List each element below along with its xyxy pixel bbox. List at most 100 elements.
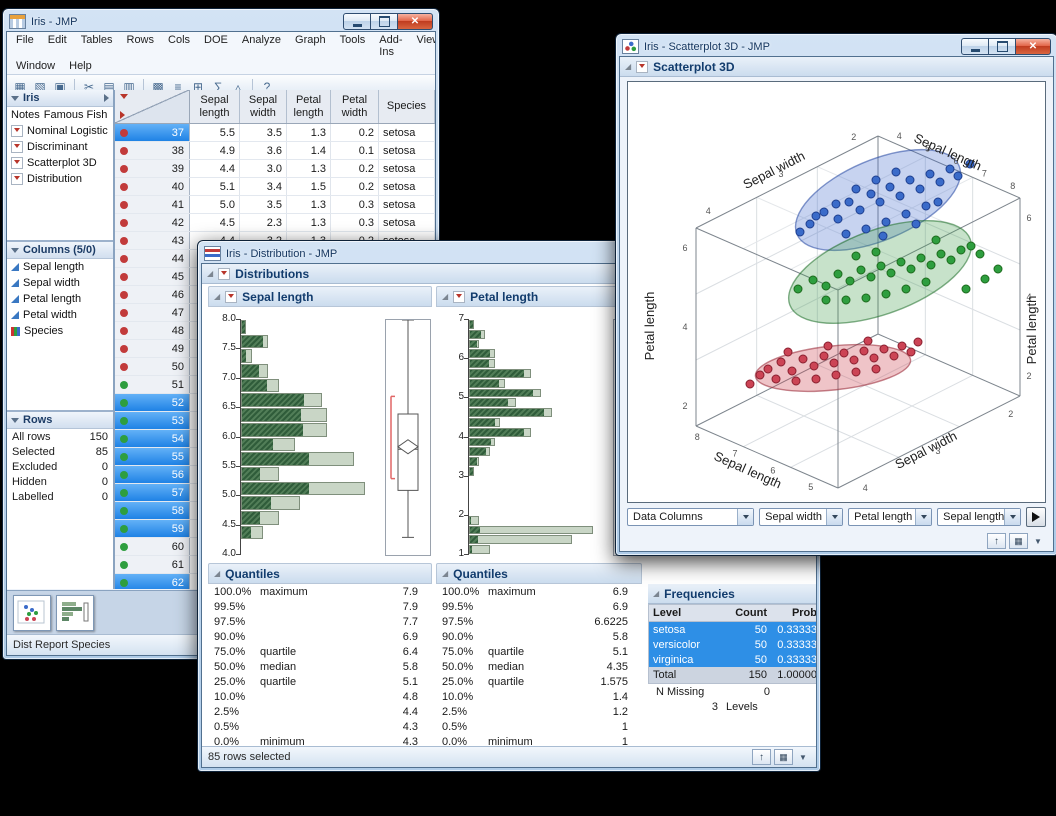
data-point-versicolor[interactable] — [887, 269, 895, 277]
data-point-setosa[interactable] — [812, 375, 820, 383]
data-point-virginica[interactable] — [902, 210, 910, 218]
close-button[interactable] — [1016, 38, 1051, 55]
data-point-setosa[interactable] — [864, 337, 872, 345]
histogram[interactable] — [240, 319, 373, 554]
histogram[interactable] — [468, 319, 601, 554]
table-row[interactable]: 394.43.01.30.2setosa — [115, 160, 435, 178]
row-number-cell[interactable]: 56 — [115, 466, 190, 483]
disclosure-icon[interactable]: ◢ — [214, 570, 220, 578]
data-point-setosa[interactable] — [824, 342, 832, 350]
data-point-versicolor[interactable] — [994, 265, 1002, 273]
histogram-bar[interactable] — [241, 393, 322, 407]
table-row[interactable]: 384.93.61.40.1setosa — [115, 142, 435, 160]
menu-file[interactable]: File — [9, 33, 41, 59]
data-point-virginica[interactable] — [882, 218, 890, 226]
menu-graph[interactable]: Graph — [288, 33, 333, 59]
row-number-cell[interactable]: 44 — [115, 250, 190, 267]
chevron-down-icon[interactable] — [915, 509, 931, 525]
table-cell[interactable]: 5.5 — [190, 124, 240, 141]
table-cell[interactable]: 0.1 — [331, 142, 379, 159]
main-window-titlebar[interactable]: Iris - JMP — [3, 9, 439, 32]
table-cell[interactable]: setosa — [379, 196, 435, 213]
table-cell[interactable]: 3.0 — [240, 160, 287, 177]
histogram-bar[interactable] — [469, 369, 531, 378]
outline-quantiles[interactable]: ◢ Quantiles — [208, 563, 432, 584]
row-number-cell[interactable]: 49 — [115, 340, 190, 357]
outline-petal-length[interactable]: ◢ Petal length — [436, 286, 642, 307]
frequency-row[interactable]: virginica500.33333 — [648, 652, 816, 667]
data-point-virginica[interactable] — [842, 230, 850, 238]
data-point-setosa[interactable] — [746, 380, 754, 388]
table-cell[interactable]: 0.2 — [331, 178, 379, 195]
data-point-setosa[interactable] — [898, 342, 906, 350]
table-panel-header[interactable]: Iris — [7, 90, 113, 107]
table-cell[interactable]: 3.5 — [240, 196, 287, 213]
column-item[interactable]: Sepal width — [7, 275, 113, 291]
red-triangle-menu-icon[interactable] — [636, 61, 648, 73]
axis-combo-1[interactable]: Sepal width — [759, 508, 843, 526]
panel-expand-icon[interactable] — [104, 94, 109, 102]
data-point-setosa[interactable] — [756, 371, 764, 379]
data-point-virginica[interactable] — [856, 206, 864, 214]
scroll-to-top-icon[interactable] — [752, 749, 771, 765]
data-point-setosa[interactable] — [907, 348, 915, 356]
data-point-setosa[interactable] — [890, 352, 898, 360]
data-point-virginica[interactable] — [886, 183, 894, 191]
column-item[interactable]: Petal length — [7, 291, 113, 307]
table-row[interactable]: 424.52.31.30.3setosa — [115, 214, 435, 232]
data-point-versicolor[interactable] — [976, 250, 984, 258]
menu-help[interactable]: Help — [62, 59, 99, 73]
table-cell[interactable]: 5.0 — [190, 196, 240, 213]
frequency-row[interactable]: versicolor500.33333 — [648, 637, 816, 652]
menu-view[interactable]: View — [410, 33, 436, 59]
data-point-versicolor[interactable] — [822, 282, 830, 290]
data-point-virginica[interactable] — [946, 165, 954, 173]
row-number-cell[interactable]: 60 — [115, 538, 190, 555]
table-cell[interactable]: setosa — [379, 178, 435, 195]
data-point-setosa[interactable] — [820, 352, 828, 360]
data-point-versicolor[interactable] — [846, 277, 854, 285]
histogram-bar[interactable] — [469, 516, 479, 525]
data-point-virginica[interactable] — [872, 176, 880, 184]
data-columns-combo[interactable]: Data Columns — [627, 508, 754, 526]
data-point-virginica[interactable] — [892, 168, 900, 176]
data-point-virginica[interactable] — [845, 198, 853, 206]
data-point-versicolor[interactable] — [834, 270, 842, 278]
outline-scatterplot-3d[interactable]: ◢ Scatterplot 3D — [620, 57, 1053, 77]
axis-combo-2[interactable]: Petal length — [848, 508, 932, 526]
data-point-virginica[interactable] — [934, 198, 942, 206]
data-point-setosa[interactable] — [850, 356, 858, 364]
row-number-cell[interactable]: 42 — [115, 214, 190, 231]
table-row[interactable]: 375.53.51.30.2setosa — [115, 124, 435, 142]
column-item[interactable]: Petal width — [7, 307, 113, 323]
red-triangle-menu-icon[interactable] — [11, 157, 23, 169]
histogram-bar[interactable] — [469, 408, 552, 417]
columns-panel-header[interactable]: Columns (5/0) — [7, 242, 113, 259]
table-script-item[interactable]: Nominal Logistic — [7, 123, 113, 139]
window-list-icon[interactable] — [774, 749, 793, 765]
row-number-cell[interactable]: 39 — [115, 160, 190, 177]
dropdown-icon[interactable] — [1031, 534, 1045, 548]
histogram-bar[interactable] — [241, 364, 268, 378]
disclosure-icon[interactable]: ◢ — [442, 570, 448, 578]
histogram-bar[interactable] — [469, 349, 495, 358]
row-number-cell[interactable]: 61 — [115, 556, 190, 573]
menu-window[interactable]: Window — [9, 59, 62, 73]
window-thumbnail-scatterplot-3d[interactable] — [13, 595, 51, 631]
row-number-cell[interactable]: 52 — [115, 394, 190, 411]
panel-collapse-icon[interactable] — [11, 248, 19, 253]
row-number-cell[interactable]: 58 — [115, 502, 190, 519]
menu-add-ins[interactable]: Add-Ins — [372, 33, 409, 59]
data-point-setosa[interactable] — [784, 348, 792, 356]
outline-quantiles[interactable]: ◢ Quantiles — [436, 563, 642, 584]
close-button[interactable] — [398, 13, 433, 30]
table-cell[interactable]: 2.3 — [240, 214, 287, 231]
table-row[interactable]: 415.03.51.30.3setosa — [115, 196, 435, 214]
menu-doe[interactable]: DOE — [197, 33, 235, 59]
data-point-versicolor[interactable] — [932, 236, 940, 244]
data-point-versicolor[interactable] — [872, 248, 880, 256]
data-point-virginica[interactable] — [820, 208, 828, 216]
data-point-setosa[interactable] — [914, 338, 922, 346]
data-point-versicolor[interactable] — [957, 246, 965, 254]
menu-tools[interactable]: Tools — [333, 33, 373, 59]
